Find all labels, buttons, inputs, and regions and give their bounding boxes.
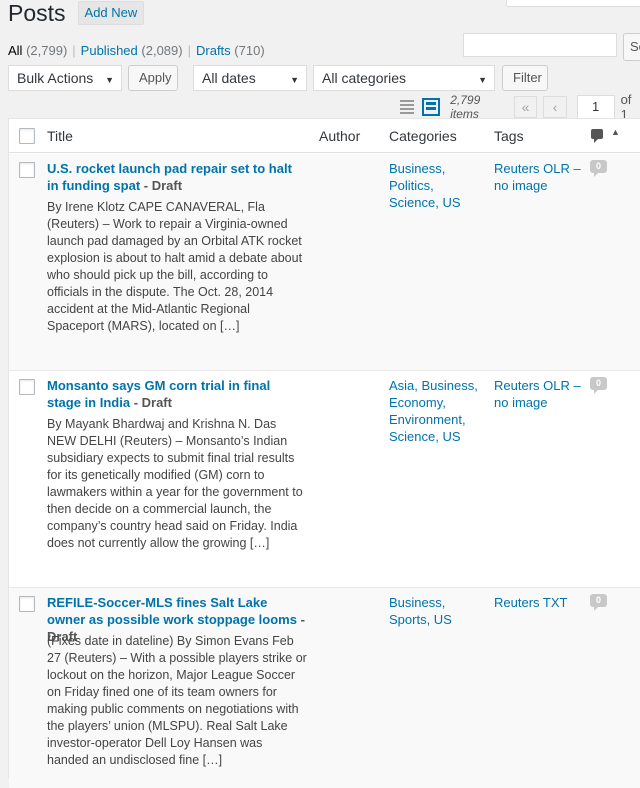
items-count: 2,799 items [450,93,481,121]
post-status-views: All (2,799) | Published (2,089) | Drafts (71… [8,43,265,58]
view-all-label: All [8,43,23,58]
table-row: U.S. rocket launch pad repair set to hal… [9,154,640,370]
column-tags: Tags [494,128,524,144]
search-input[interactable] [463,33,617,57]
page-title: Posts [8,0,66,26]
sort-asc-icon: ▲ [611,127,620,137]
page-header: Posts Add New [8,0,145,26]
view-all-count: (2,799) [26,43,68,58]
post-state: - Draft [130,395,172,410]
view-all-link[interactable]: All (2,799) [8,43,67,58]
filter-button[interactable]: Filter [502,65,548,91]
pagination: 2,799 items « ‹ 1 of 1 [398,92,640,122]
chevron-down-icon: ▼ [478,75,487,85]
tag-link[interactable]: Reuters TXT [494,595,567,610]
post-excerpt: By Mayank Bhardwaj and Krishna N. Das NE… [47,417,303,550]
current-page-input[interactable]: 1 [576,95,615,119]
table-row: REFILE-Soccer-MLS fines Salt Lake owner … [9,588,640,788]
date-filter-value: All dates [202,70,256,86]
views-separator: | [187,43,191,58]
chevron-down-icon: ▼ [105,75,114,85]
view-published-label: Published [80,43,138,58]
column-comments[interactable]: ▲ [591,127,620,143]
view-drafts-count: (710) [234,43,265,58]
category-filter-select[interactable]: All categories ▼ [313,65,495,91]
add-new-button[interactable]: Add New [77,1,145,25]
row-checkbox[interactable] [19,596,35,612]
post-excerpt: By Irene Klotz CAPE CANAVERAL, Fla (Reut… [47,200,303,333]
tag-link[interactable]: Reuters OLR – no image [494,161,581,193]
post-categories: Asia, Business, Economy, Environment, Sc… [389,377,479,445]
category-links[interactable]: Business, Sports, US [389,595,452,627]
column-title[interactable]: Title [47,128,73,144]
post-excerpt: (Fixes date in dateline) By Simon Evans … [47,634,307,767]
row-checkbox[interactable] [19,379,35,395]
post-title: U.S. rocket launch pad repair set to hal… [47,160,307,194]
first-page-button[interactable]: « [513,96,538,118]
post-tags: Reuters OLR – no image [494,160,584,194]
category-links[interactable]: Business, Politics, Science, US [389,161,461,210]
post-tags: Reuters OLR – no image [494,377,584,411]
view-published-link[interactable]: Published (2,089) [81,43,183,58]
list-view-icon[interactable] [398,98,416,116]
chevron-down-icon: ▼ [290,75,299,85]
post-title-link[interactable]: REFILE-Soccer-MLS fines Salt Lake owner … [47,595,297,627]
table-header: Title Author Categories Tags ▲ [9,119,640,153]
view-drafts-label: Drafts [196,43,231,58]
excerpt-view-icon[interactable] [421,98,441,116]
tag-link[interactable]: Reuters OLR – no image [494,378,581,410]
top-search-field[interactable] [506,0,640,7]
table-row: Monsanto says GM corn trial in final sta… [9,371,640,587]
category-filter-value: All categories [322,70,407,86]
comment-count-badge[interactable]: 0 [590,594,607,611]
bulk-actions-select[interactable]: Bulk Actions ▼ [8,65,122,91]
date-filter-select[interactable]: All dates ▼ [193,65,307,91]
view-published-count: (2,089) [141,43,183,58]
category-links[interactable]: Asia, Business, Economy, Environment, Sc… [389,378,478,444]
search-posts-button[interactable]: Se [623,33,640,61]
apply-button[interactable]: Apply [128,65,178,91]
post-categories: Business, Politics, Science, US [389,160,479,211]
post-tags: Reuters TXT [494,594,584,611]
column-categories: Categories [389,128,457,144]
prev-page-button[interactable]: ‹ [543,96,567,118]
bulk-actions-value: Bulk Actions [17,70,94,86]
comment-icon [591,129,603,143]
post-categories: Business, Sports, US [389,594,479,628]
column-author: Author [319,128,361,144]
comment-count-badge[interactable]: 0 [590,377,607,394]
comment-count-badge[interactable]: 0 [590,160,607,177]
posts-table: Title Author Categories Tags ▲ U.S. rock… [8,118,640,788]
tablenav-top: Bulk Actions ▼ Apply All dates ▼ All cat… [8,65,640,91]
post-title: Monsanto says GM corn trial in final sta… [47,377,307,411]
search-box: Se [463,33,640,61]
views-separator: | [72,43,76,58]
row-checkbox[interactable] [19,162,35,178]
view-drafts-link[interactable]: Drafts (710) [196,43,265,58]
post-state: - Draft [140,178,183,193]
select-all-checkbox[interactable] [19,128,35,144]
